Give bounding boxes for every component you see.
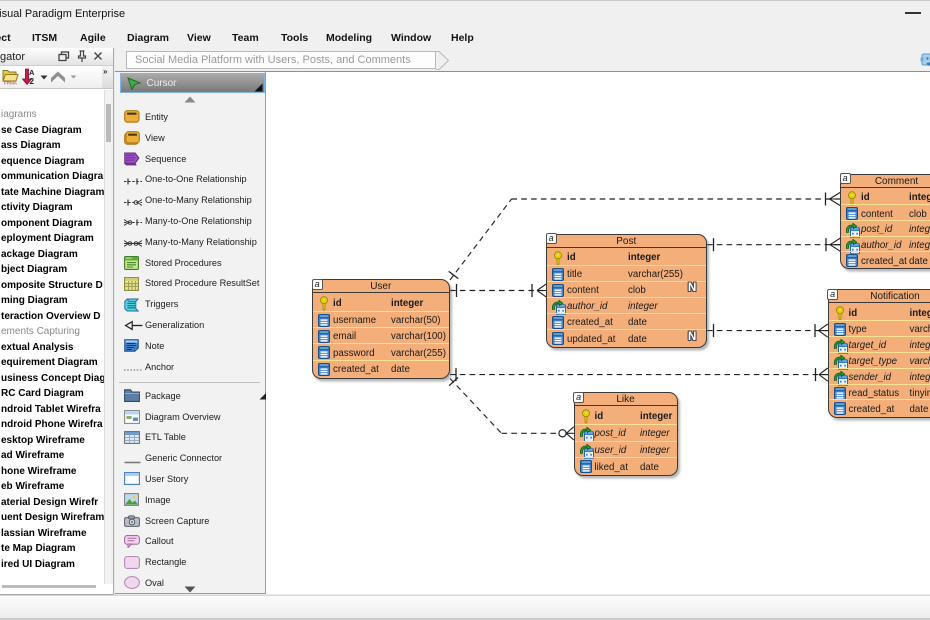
svg-text:2: 2 [30,77,35,86]
svg-text:A: A [29,68,35,77]
svg-text:FRMA: FRMA [4,81,17,86]
